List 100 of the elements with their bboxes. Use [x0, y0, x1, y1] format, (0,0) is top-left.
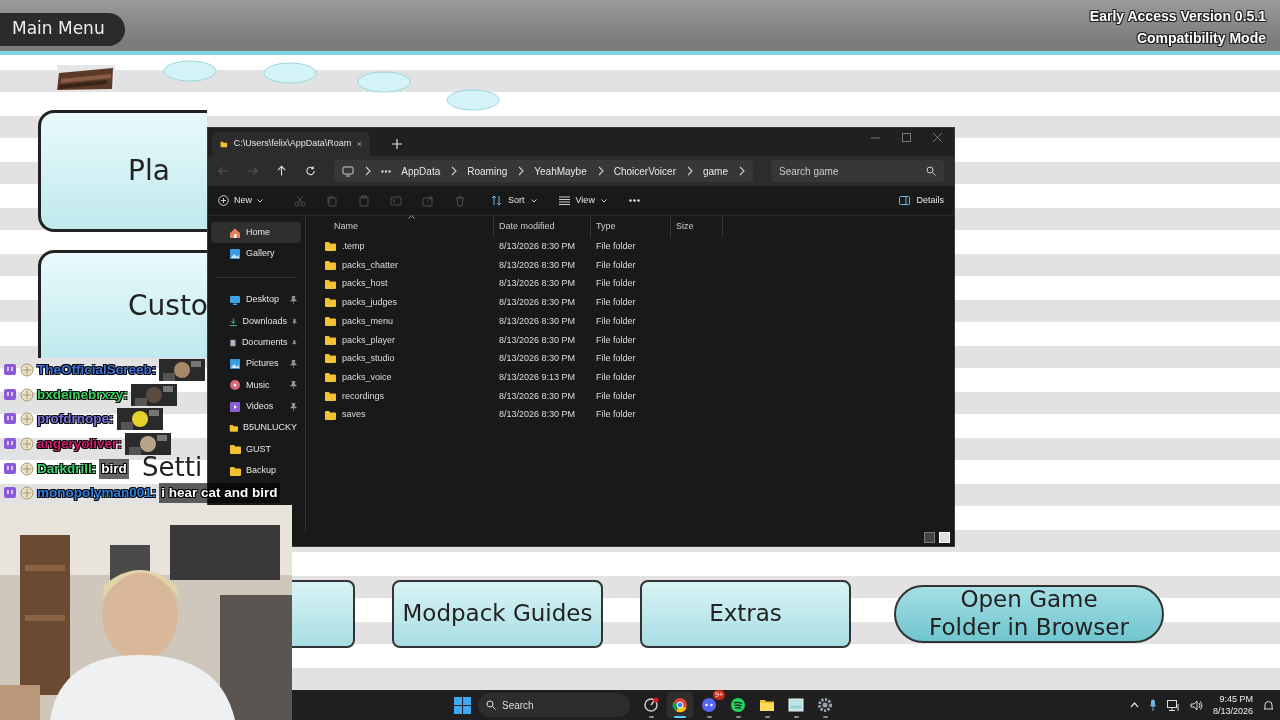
start-icon[interactable] [454, 696, 471, 714]
sidebar-item[interactable]: Videos [211, 396, 301, 418]
file-name: packs_menu [342, 314, 394, 328]
chevron-icon [450, 166, 458, 176]
refresh-icon[interactable] [305, 165, 317, 177]
maximize-icon[interactable] [902, 133, 911, 142]
computer-icon [342, 165, 355, 177]
mode-label: Compatibility Mode [1135, 29, 1266, 48]
sidebar-item[interactable]: Downloads [211, 310, 301, 333]
explorer-tab[interactable]: C:\Users\felix\AppData\Roam [212, 132, 370, 156]
caret-icon [257, 198, 263, 203]
type-cell-text: File folder [595, 352, 637, 366]
username[interactable]: profdrnope: [37, 409, 114, 430]
sidebar-item[interactable]: Home [211, 222, 301, 244]
menu-button[interactable]: Pla [38, 110, 207, 232]
date-cell-text: 8/13/2026 8:30 PM [498, 333, 577, 347]
chevron-icon [738, 166, 745, 176]
sidebar-item[interactable]: Pictures [211, 353, 301, 375]
type-cell-text: File folder [595, 408, 637, 422]
folder-icon [324, 333, 337, 347]
volume-icon[interactable] [1189, 699, 1203, 711]
more-icon[interactable] [628, 199, 640, 202]
sidebar-item[interactable]: Gallery [211, 243, 301, 265]
chat-platform-icon [3, 387, 17, 402]
menu-button[interactable]: Modpack Guides [392, 580, 603, 648]
gallery-icon [229, 247, 241, 260]
folder-icon [229, 422, 238, 434]
search-field[interactable]: Search [478, 693, 630, 717]
date-cell-text: 8/13/2026 8:30 PM [498, 277, 577, 291]
folder-icon [324, 315, 337, 329]
date-cell-text: 8/13/2026 8:30 PM [498, 314, 577, 328]
username[interactable]: TheOfficialScreeb: [37, 360, 157, 381]
details-icon [899, 196, 911, 205]
badge-icon [20, 387, 34, 402]
details-button[interactable]: Details [899, 193, 944, 208]
sidebar-item[interactable]: Music [211, 374, 301, 397]
file-name: recordings [342, 389, 385, 403]
breadcrumb-link[interactable]: ChoicerVoicer [613, 163, 676, 179]
up-icon[interactable] [276, 165, 288, 177]
breadcrumb-link[interactable]: Roaming [467, 163, 508, 179]
menu-title: Main Menu [0, 13, 125, 46]
sidebar-item[interactable]: Documents [211, 332, 301, 354]
menu-button[interactable]: Open Game Folder in Browser [894, 585, 1164, 643]
taskbar-button[interactable] [667, 692, 693, 718]
version-label: Early Access Version 0.5.1 [1089, 7, 1266, 26]
folder-icon [324, 408, 337, 422]
sidebar-item[interactable]: Backup [211, 459, 301, 482]
home-icon [229, 226, 241, 239]
column-header[interactable]: Name [314, 216, 494, 238]
folder-icon [759, 697, 775, 713]
settings-icon [817, 697, 833, 713]
pin-icon [290, 360, 297, 369]
sidebar-item[interactable]: GUST [211, 438, 301, 460]
menu-button[interactable]: Custo [38, 250, 207, 358]
menu-button[interactable]: Extras [640, 580, 851, 648]
type-cell-text: File folder [595, 296, 637, 310]
breadcrumb-link[interactable]: game [703, 163, 728, 179]
column-header[interactable]: Size [671, 216, 723, 238]
date-cell-text: 8/13/2026 8:30 PM [498, 389, 577, 403]
chat-platform-icon [3, 363, 17, 378]
chevron-icon [517, 166, 525, 176]
file-name: saves [342, 408, 366, 422]
search-field[interactable]: Search game [771, 160, 944, 182]
close-icon[interactable] [933, 133, 942, 142]
more-icon[interactable] [381, 169, 392, 173]
sidebar-item[interactable]: Desktop [211, 289, 301, 311]
column-header[interactable]: Type [591, 216, 671, 238]
chevron-up-icon[interactable] [1129, 702, 1139, 708]
file-name: packs_studio [342, 352, 395, 366]
type-cell-text: File folder [595, 389, 637, 403]
breadcrumb-link[interactable]: AppData [401, 163, 441, 179]
column-header[interactable]: Date modified [494, 216, 591, 238]
tile-view-icon[interactable] [939, 532, 950, 543]
chevron-icon [596, 166, 604, 176]
network-icon[interactable] [1166, 699, 1180, 711]
pin-icon [290, 296, 297, 305]
microphone-icon[interactable] [1148, 699, 1157, 711]
chevron-icon [364, 166, 372, 176]
file-name: packs_chatter [342, 258, 399, 272]
sort-caret-icon [408, 215, 415, 219]
menu-button[interactable] [292, 580, 355, 648]
breadcrumb-link[interactable]: YeahMaybe [534, 163, 587, 179]
folder-icon [324, 259, 337, 273]
sort-button[interactable]: Sort [491, 193, 537, 208]
username[interactable]: angeryoliver: [37, 433, 122, 455]
date-cell-text: 8/13/2026 8:30 PM [498, 352, 577, 366]
file-name: packs_judges [342, 296, 398, 310]
folder-icon [229, 464, 241, 477]
plus-icon[interactable] [392, 139, 402, 149]
tab-title: C:\Users\felix\AppData\Roam [233, 137, 352, 151]
notification-icon[interactable] [1263, 699, 1274, 711]
chat-message: i hear cat and bird [159, 483, 280, 504]
chat-icon [701, 697, 717, 713]
new-button[interactable]: New [218, 193, 263, 208]
sidebar-item[interactable]: B5UNLUCKY [211, 417, 301, 439]
download-icon [229, 315, 238, 328]
view-button[interactable]: View [558, 193, 607, 208]
menu-button[interactable]: Setti [142, 454, 203, 480]
file-name: .temp [342, 240, 365, 254]
clock[interactable]: 9:45 PM 8/13/2026 [1212, 693, 1253, 717]
